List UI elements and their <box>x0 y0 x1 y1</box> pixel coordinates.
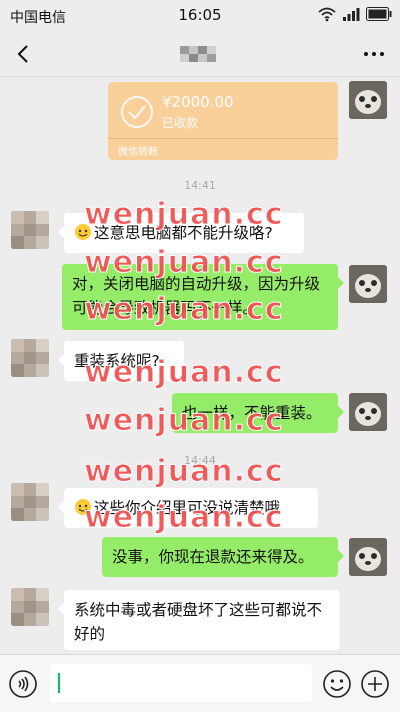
blurred-avatar-icon <box>11 588 49 626</box>
divider <box>108 138 338 139</box>
input-bar <box>0 654 400 712</box>
avatar[interactable] <box>349 81 387 119</box>
dog-avatar-icon <box>349 393 387 431</box>
more-dots-icon[interactable] <box>360 42 388 66</box>
avatar[interactable] <box>11 339 49 377</box>
status-bar: 中国电信 16:05 <box>0 0 400 32</box>
emoji-icon[interactable] <box>322 669 352 699</box>
message-text: 也一样，不能重装。 <box>182 404 322 422</box>
timestamp: 14:41 <box>184 179 216 192</box>
text-caret <box>58 673 60 693</box>
dog-avatar-icon <box>349 81 387 119</box>
battery-icon <box>366 7 392 21</box>
transfer-status: 已收款 <box>162 116 199 130</box>
message-bubble-outgoing[interactable]: 也一样，不能重装。 <box>172 393 344 433</box>
message-text: 对，关闭电脑的自动升级，因为升级可能会导致机器码不一样。 <box>72 275 321 317</box>
message-bubble-incoming[interactable]: 这些你介绍里可没说清楚哦 <box>58 488 318 528</box>
message-bubble-incoming[interactable]: 这意思电脑都不能升级咯? <box>58 213 304 253</box>
transfer-card[interactable]: ¥2000.00 已收款 微信转账 <box>108 82 338 160</box>
contact-name-blurred <box>180 46 216 62</box>
signal-icon <box>343 8 360 21</box>
blurred-avatar-icon <box>11 339 49 377</box>
status-icons <box>318 6 392 22</box>
avatar[interactable] <box>349 265 387 303</box>
message-bubble-incoming[interactable]: 重装系统呢? <box>58 341 184 381</box>
message-text: 这意思电脑都不能升级咯? <box>94 224 273 242</box>
timestamp: 14:44 <box>184 454 216 467</box>
message-text: 系统中毒或者硬盘坏了这些可都说不好的 <box>74 601 323 643</box>
avatar[interactable] <box>349 538 387 576</box>
avatar[interactable] <box>11 211 49 249</box>
avatar[interactable] <box>11 483 49 521</box>
message-text: 重装系统呢? <box>74 352 160 370</box>
dog-avatar-icon <box>349 265 387 303</box>
avatar[interactable] <box>11 588 49 626</box>
sweat-smile-emoji-icon <box>74 498 92 516</box>
transfer-amount: ¥2000.00 <box>162 93 234 111</box>
wifi-icon <box>318 7 336 22</box>
sweat-smile-emoji-icon <box>74 223 92 241</box>
message-bubble-outgoing[interactable]: 没事，你现在退款还来得及。 <box>102 537 344 577</box>
message-bubble-incoming[interactable]: 系统中毒或者硬盘坏了这些可都说不好的 <box>58 590 340 650</box>
chevron-left-icon[interactable] <box>10 40 38 68</box>
transfer-footer: 微信转账 <box>118 147 158 158</box>
plus-icon[interactable] <box>360 669 390 699</box>
blurred-avatar-icon <box>11 483 49 521</box>
check-circle-icon <box>121 96 153 128</box>
dog-avatar-icon <box>349 538 387 576</box>
message-input[interactable] <box>50 664 312 702</box>
message-bubble-outgoing[interactable]: 对，关闭电脑的自动升级，因为升级可能会导致机器码不一样。 <box>62 264 344 330</box>
avatar[interactable] <box>349 393 387 431</box>
nav-bar <box>0 32 400 77</box>
voice-icon[interactable] <box>8 669 38 699</box>
blurred-avatar-icon <box>11 211 49 249</box>
message-text: 没事，你现在退款还来得及。 <box>112 548 314 566</box>
message-text: 这些你介绍里可没说清楚哦 <box>94 499 281 517</box>
